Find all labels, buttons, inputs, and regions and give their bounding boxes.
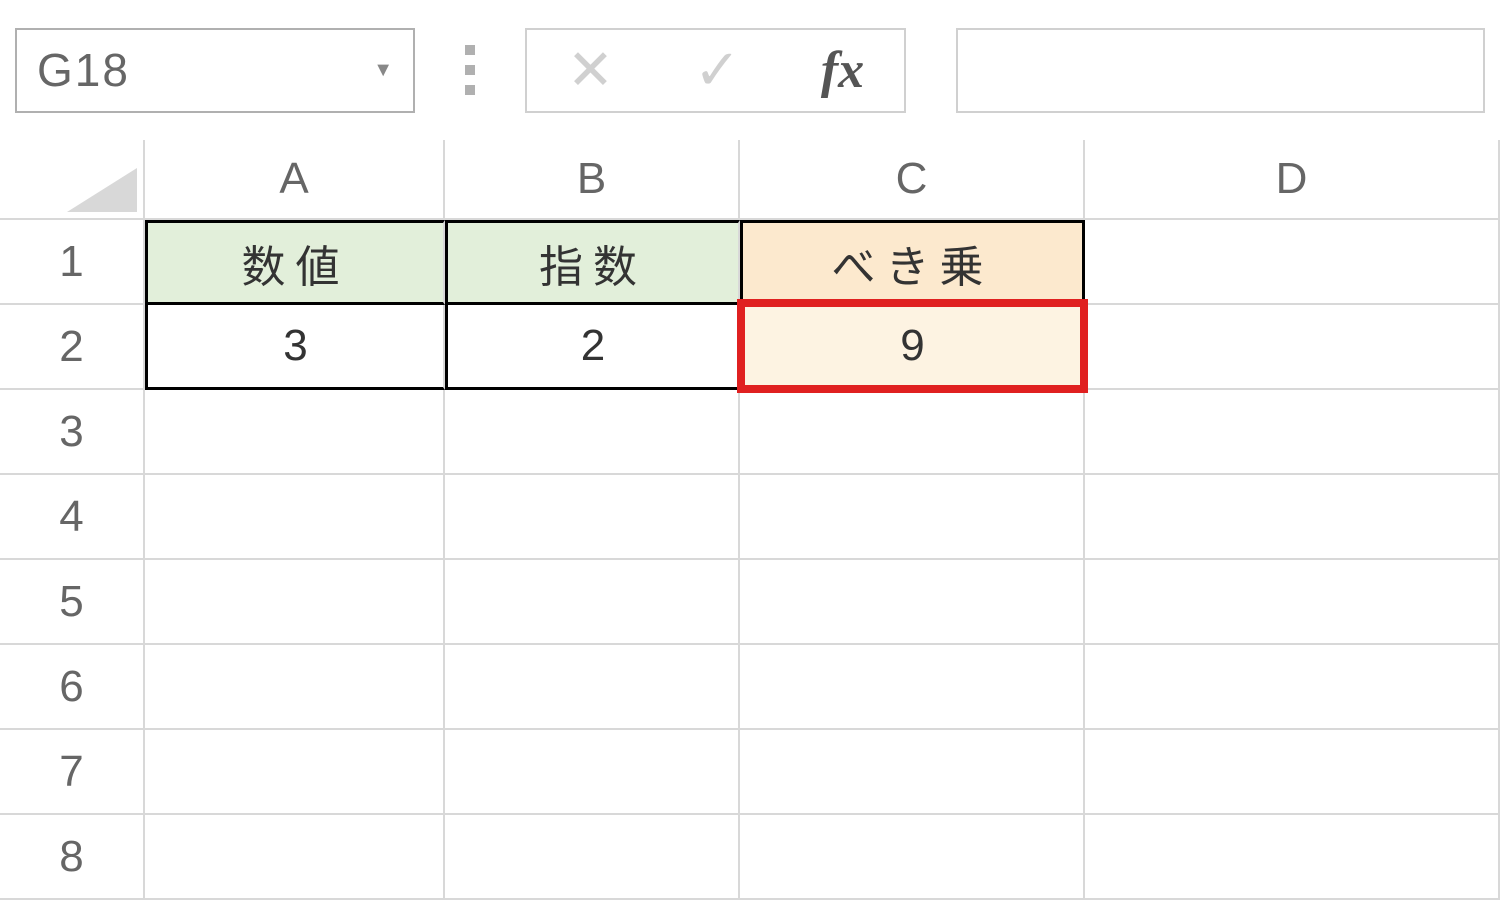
row-4: 4 <box>0 475 1500 560</box>
row-5: 5 <box>0 560 1500 645</box>
chevron-down-icon[interactable]: ▼ <box>373 59 393 82</box>
row-header-6[interactable]: 6 <box>0 645 145 730</box>
cell-b3[interactable] <box>445 390 740 475</box>
row-header-2[interactable]: 2 <box>0 305 145 390</box>
cell-b1[interactable]: 指数 <box>445 220 740 305</box>
cell-b6[interactable] <box>445 645 740 730</box>
spreadsheet-grid: A B C D 1 数値 指数 べき乗 2 3 2 9 3 4 <box>0 140 1500 900</box>
drag-handle-icon[interactable] <box>465 45 475 95</box>
row-7: 7 <box>0 730 1500 815</box>
cell-b4[interactable] <box>445 475 740 560</box>
cell-c6[interactable] <box>740 645 1085 730</box>
column-header-b[interactable]: B <box>445 140 740 220</box>
row-1: 1 数値 指数 べき乗 <box>0 220 1500 305</box>
formula-input[interactable] <box>956 28 1485 113</box>
fx-icon[interactable]: fx <box>821 41 864 100</box>
cell-b2[interactable]: 2 <box>445 305 740 390</box>
cell-b8[interactable] <box>445 815 740 900</box>
row-header-8[interactable]: 8 <box>0 815 145 900</box>
column-headers-row: A B C D <box>0 140 1500 220</box>
cell-d4[interactable] <box>1085 475 1500 560</box>
row-6: 6 <box>0 645 1500 730</box>
cell-c2-value: 9 <box>900 321 924 371</box>
cell-a3[interactable] <box>145 390 445 475</box>
cell-c3[interactable] <box>740 390 1085 475</box>
cell-c5[interactable] <box>740 560 1085 645</box>
formula-buttons: ✕ ✓ fx <box>525 28 906 113</box>
cell-a6[interactable] <box>145 645 445 730</box>
cell-d1[interactable] <box>1085 220 1500 305</box>
cell-b5[interactable] <box>445 560 740 645</box>
name-box[interactable]: G18 ▼ <box>15 28 415 113</box>
cell-d6[interactable] <box>1085 645 1500 730</box>
cell-d5[interactable] <box>1085 560 1500 645</box>
check-icon: ✓ <box>694 37 741 103</box>
cell-d2[interactable] <box>1085 305 1500 390</box>
cell-c7[interactable] <box>740 730 1085 815</box>
cell-d3[interactable] <box>1085 390 1500 475</box>
select-all-corner[interactable] <box>0 140 145 220</box>
row-header-5[interactable]: 5 <box>0 560 145 645</box>
cell-c2[interactable]: 9 <box>740 305 1085 390</box>
cell-b7[interactable] <box>445 730 740 815</box>
column-header-d[interactable]: D <box>1085 140 1500 220</box>
row-8: 8 <box>0 815 1500 900</box>
row-header-7[interactable]: 7 <box>0 730 145 815</box>
cell-d8[interactable] <box>1085 815 1500 900</box>
cell-a1[interactable]: 数値 <box>145 220 445 305</box>
row-header-1[interactable]: 1 <box>0 220 145 305</box>
cell-d7[interactable] <box>1085 730 1500 815</box>
cell-a5[interactable] <box>145 560 445 645</box>
cell-a8[interactable] <box>145 815 445 900</box>
row-header-3[interactable]: 3 <box>0 390 145 475</box>
name-box-value: G18 <box>37 43 130 97</box>
cancel-icon: ✕ <box>567 37 614 103</box>
cell-a7[interactable] <box>145 730 445 815</box>
row-header-4[interactable]: 4 <box>0 475 145 560</box>
column-header-a[interactable]: A <box>145 140 445 220</box>
formula-bar-area: G18 ▼ ✕ ✓ fx <box>0 0 1500 140</box>
cell-c1[interactable]: べき乗 <box>740 220 1085 305</box>
cell-c4[interactable] <box>740 475 1085 560</box>
cell-c8[interactable] <box>740 815 1085 900</box>
row-2: 2 3 2 9 <box>0 305 1500 390</box>
cell-a4[interactable] <box>145 475 445 560</box>
row-3: 3 <box>0 390 1500 475</box>
cell-a2[interactable]: 3 <box>145 305 445 390</box>
column-header-c[interactable]: C <box>740 140 1085 220</box>
